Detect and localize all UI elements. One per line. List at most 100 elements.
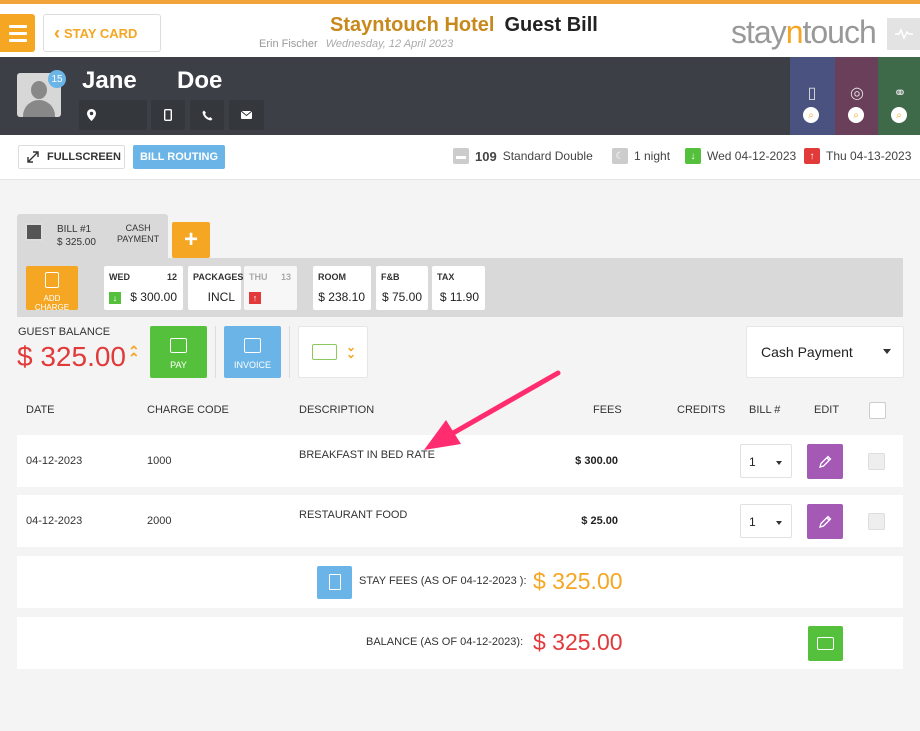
tile-network[interactable]: ⚭ ⌕: [878, 57, 920, 135]
caret-down-icon: [776, 461, 782, 465]
add-charge-button[interactable]: ADD CHARGE: [26, 266, 78, 312]
email-icon: [241, 111, 252, 119]
invoice-button[interactable]: INVOICE: [224, 326, 281, 378]
header-credits: CREDITS: [677, 404, 726, 416]
arrow-up-icon: ↑: [249, 292, 261, 304]
arrival-info: ↓ Wed 04-12-2023: [685, 148, 796, 164]
balance-label: BALANCE (AS OF 04-12-2023):: [366, 636, 524, 648]
stay-card-button[interactable]: ‹‹ STAY CARD: [43, 14, 161, 52]
search-icon: ⌕: [803, 107, 819, 123]
balance-row: BALANCE (AS OF 04-12-2023): $ 325.00: [17, 617, 903, 669]
bill-tab-info: BILL #1 $ 325.00: [57, 224, 96, 248]
header-description: DESCRIPTION: [299, 404, 375, 416]
select-all-checkbox[interactable]: [869, 402, 886, 419]
page-title-text: Guest Bill: [504, 14, 598, 36]
email-field[interactable]: [229, 100, 264, 130]
add-bill-button[interactable]: +: [172, 222, 210, 258]
location-field[interactable]: [79, 100, 147, 130]
fullscreen-button[interactable]: FULLSCREEN: [18, 145, 125, 169]
table-row[interactable]: 04-12-2023 2000 RESTAURANT FOOD $ 25.00 …: [17, 495, 903, 547]
check-document-icon: [312, 344, 337, 360]
room-type: Standard Double: [502, 149, 593, 163]
double-chevron-up-icon[interactable]: ⌃ ⌃: [128, 344, 140, 365]
row-charge-code: 2000: [147, 515, 172, 527]
stay-fees-row: STAY FEES (AS OF 04-12-2023 ): $ 325.00: [17, 556, 903, 608]
arrow-up-icon: ↑: [804, 148, 820, 164]
guest-photo-icon: [25, 223, 43, 241]
tile-profile[interactable]: ▯ ⌕: [790, 57, 835, 135]
room-number: 109: [475, 148, 497, 164]
bed-icon: ▬: [453, 148, 469, 164]
caret-down-icon: [883, 349, 891, 354]
stay-fees-amount: $ 325.00: [533, 568, 623, 594]
pay-button[interactable]: PAY: [150, 326, 207, 378]
summary-cell-fb[interactable]: F&B $ 75.00: [376, 266, 428, 310]
phone-icon: [202, 110, 212, 120]
header-date: DATE: [26, 404, 55, 416]
mobile-field[interactable]: [151, 100, 185, 130]
header-bill: BILL #: [749, 404, 781, 416]
location-pin-icon: [87, 109, 96, 121]
page-title: Stayntouch Hotel Guest Bill: [330, 14, 598, 37]
summary-cell-room[interactable]: ROOM $ 238.10: [313, 266, 371, 310]
receipt-icon: [244, 338, 261, 353]
business-date: Wednesday, 12 April 2023: [325, 38, 454, 50]
phone-field[interactable]: [190, 100, 224, 130]
row-date: 04-12-2023: [26, 515, 83, 527]
avatar-badge: 15: [48, 70, 66, 88]
nights-info: ☾ 1 night: [612, 148, 670, 164]
divider: [289, 326, 290, 378]
nights-count: 1 night: [634, 149, 671, 163]
menu-button[interactable]: [0, 14, 35, 52]
fullscreen-label: FULLSCREEN: [47, 151, 121, 163]
row-description: RESTAURANT FOOD: [299, 509, 408, 521]
search-icon: ⌕: [848, 107, 864, 123]
tile-web[interactable]: ◎ ⌕: [835, 57, 880, 135]
bill-routing-button[interactable]: BILL ROUTING: [133, 145, 225, 169]
expand-icon: [27, 151, 39, 163]
edit-button[interactable]: [807, 444, 843, 479]
summary-cell-tax[interactable]: TAX $ 11.90: [432, 266, 485, 310]
globe-icon: ◎: [850, 85, 864, 102]
header-fees: FEES: [593, 404, 622, 416]
row-fees: $ 300.00: [575, 455, 618, 467]
row-date: 04-12-2023: [26, 455, 83, 467]
summary-cell-wed[interactable]: WED 12 ↓ $ 300.00: [104, 266, 183, 310]
wallet-pay-button[interactable]: [808, 626, 843, 661]
guest-balance-label: GUEST BALANCE: [18, 326, 111, 338]
payment-method-select[interactable]: Cash Payment: [746, 326, 904, 378]
calculator-icon: [45, 272, 59, 288]
row-charge-code: 1000: [147, 455, 172, 467]
summary-cell-packages[interactable]: PACKAGES INCL: [188, 266, 243, 310]
arrow-down-icon: ↓: [685, 148, 701, 164]
arrow-down-icon: ↓: [109, 292, 121, 304]
bill-tab-payment: CASH PAYMENT: [117, 223, 160, 244]
row-checkbox[interactable]: [868, 453, 885, 470]
bill-number-select[interactable]: 1: [740, 504, 792, 538]
network-icon: ⚭: [893, 85, 907, 102]
brand-logo: stayntouch: [731, 14, 877, 50]
guest-bar: 15 Jane Doe: [0, 57, 920, 135]
toolbar: FULLSCREEN BILL ROUTING ▬ 109 Standard D…: [0, 135, 920, 180]
row-checkbox[interactable]: [868, 513, 885, 530]
guest-first-name: Jane: [82, 67, 137, 94]
receipt-icon[interactable]: [317, 566, 352, 599]
bill-number-select[interactable]: 1: [740, 444, 792, 478]
balance-amount: $ 325.00: [533, 629, 623, 655]
summary-cell-thu[interactable]: THU 13 ↑: [244, 266, 297, 310]
row-description: BREAKFAST IN BED RATE: [299, 449, 435, 461]
top-bar: ‹‹ STAY CARD Stayntouch HotelGuest Bill …: [0, 0, 920, 57]
search-icon: ⌕: [891, 107, 907, 123]
double-chevron-down-icon: ⌄ ⌄: [346, 340, 357, 361]
activity-icon[interactable]: [887, 18, 920, 50]
mobile-phone-icon: [164, 109, 172, 121]
edit-button[interactable]: [807, 504, 843, 539]
caret-down-icon: [776, 521, 782, 525]
header-charge-code: CHARGE CODE: [147, 404, 229, 416]
divider: [215, 326, 216, 378]
guest-last-name: Doe: [177, 67, 223, 94]
bill-tab-1[interactable]: BILL #1 $ 325.00 CASH PAYMENT: [17, 214, 168, 258]
checkout-options-button[interactable]: ⌄ ⌄: [298, 326, 368, 378]
pencil-icon: [819, 515, 832, 528]
table-row[interactable]: 04-12-2023 1000 BREAKFAST IN BED RATE $ …: [17, 435, 903, 487]
